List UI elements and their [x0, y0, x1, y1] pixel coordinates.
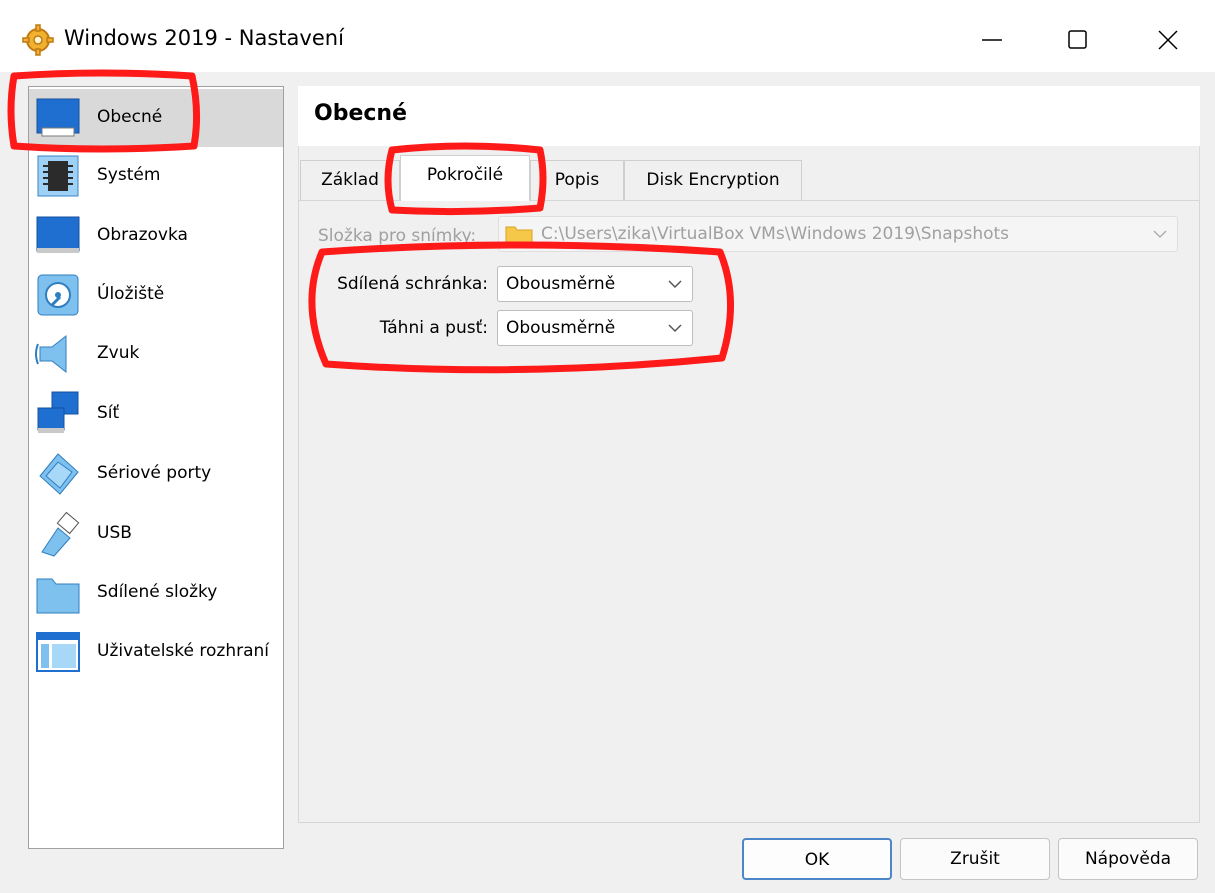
sidebar-item-label: Síť — [97, 403, 120, 423]
snapshot-folder-select[interactable]: C:\Users\zika\VirtualBox VMs\Windows 201… — [498, 216, 1178, 252]
minimize-icon — [982, 39, 1002, 41]
sidebar-item-label: Obrazovka — [97, 225, 188, 245]
sidebar-item-label: Úložiště — [97, 284, 165, 304]
serial-port-icon — [39, 453, 79, 495]
close-icon — [1158, 30, 1178, 50]
clipboard-select[interactable]: Obousměrně — [497, 266, 693, 302]
tab-description[interactable]: Popis — [530, 160, 624, 200]
sidebar-item-system[interactable]: Systém — [29, 147, 283, 205]
tab-advanced[interactable]: Pokročilé — [400, 155, 530, 201]
dragdrop-label: Táhni a pusť: — [379, 318, 488, 338]
settings-sidebar: Obecné Systém Obrazovka Úložiště Zvuk Sí… — [28, 86, 284, 849]
tab-label: Pokročilé — [426, 165, 504, 185]
window-layout-icon — [36, 632, 80, 672]
folder-icon — [36, 578, 80, 614]
display-icon — [36, 216, 80, 253]
speaker-icon — [35, 334, 67, 374]
maximize-icon — [1068, 30, 1087, 49]
clipboard-label: Sdílená schránka: — [337, 274, 488, 294]
help-button[interactable]: Nápověda — [1058, 838, 1198, 880]
sidebar-item-label: Zvuk — [97, 343, 140, 363]
sidebar-item-serial-ports[interactable]: Sériové porty — [29, 445, 283, 503]
tab-label: Disk Encryption — [646, 170, 780, 190]
snapshot-folder-value: C:\Users\zika\VirtualBox VMs\Windows 201… — [541, 224, 1010, 244]
chevron-down-icon — [668, 324, 682, 333]
chevron-down-icon — [668, 280, 682, 289]
usb-icon — [41, 511, 80, 557]
dragdrop-select[interactable]: Obousměrně — [497, 310, 693, 346]
sidebar-item-label: Systém — [97, 165, 161, 185]
sidebar-item-usb[interactable]: USB — [29, 505, 283, 563]
snapshot-folder-label: Složka pro snímky: — [318, 226, 477, 246]
monitor-icon — [36, 98, 80, 137]
sidebar-item-label: USB — [97, 523, 132, 543]
sidebar-item-display[interactable]: Obrazovka — [29, 207, 283, 265]
dragdrop-value: Obousměrně — [506, 318, 616, 338]
sidebar-item-label: Uživatelské rozhraní — [97, 641, 269, 661]
sidebar-item-audio[interactable]: Zvuk — [29, 325, 283, 383]
close-button[interactable] — [1140, 16, 1196, 64]
sidebar-item-storage[interactable]: Úložiště — [29, 266, 283, 324]
sidebar-item-general[interactable]: Obecné — [29, 89, 283, 147]
sidebar-item-network[interactable]: Síť — [29, 385, 283, 443]
folder-icon — [505, 226, 533, 245]
clipboard-value: Obousměrně — [506, 274, 616, 294]
network-icon — [37, 391, 79, 433]
title-bar: Windows 2019 - Nastavení — [0, 0, 1215, 72]
minimize-button[interactable] — [964, 16, 1020, 64]
chevron-down-icon — [1153, 230, 1167, 239]
window-title: Windows 2019 - Nastavení — [64, 26, 344, 50]
sidebar-item-label: Obecné — [97, 107, 163, 127]
page-header: Obecné — [298, 86, 1200, 146]
chip-icon — [37, 155, 79, 197]
cancel-button[interactable]: Zrušit — [900, 838, 1050, 880]
sidebar-item-label: Sdílené složky — [97, 582, 218, 602]
page-title: Obecné — [314, 101, 407, 126]
sidebar-item-label: Sériové porty — [97, 463, 212, 483]
tab-basic[interactable]: Základ — [300, 160, 400, 200]
sidebar-item-shared-folders[interactable]: Sdílené složky — [29, 564, 283, 622]
sidebar-item-user-interface[interactable]: Uživatelské rozhraní — [29, 623, 283, 681]
tab-label: Popis — [554, 170, 600, 190]
maximize-button[interactable] — [1050, 16, 1106, 64]
tab-label: Základ — [321, 170, 379, 190]
gear-icon — [22, 24, 54, 56]
tab-disk-encryption[interactable]: Disk Encryption — [624, 160, 802, 200]
storage-disk-icon — [37, 274, 79, 316]
ok-button[interactable]: OK — [742, 838, 892, 880]
